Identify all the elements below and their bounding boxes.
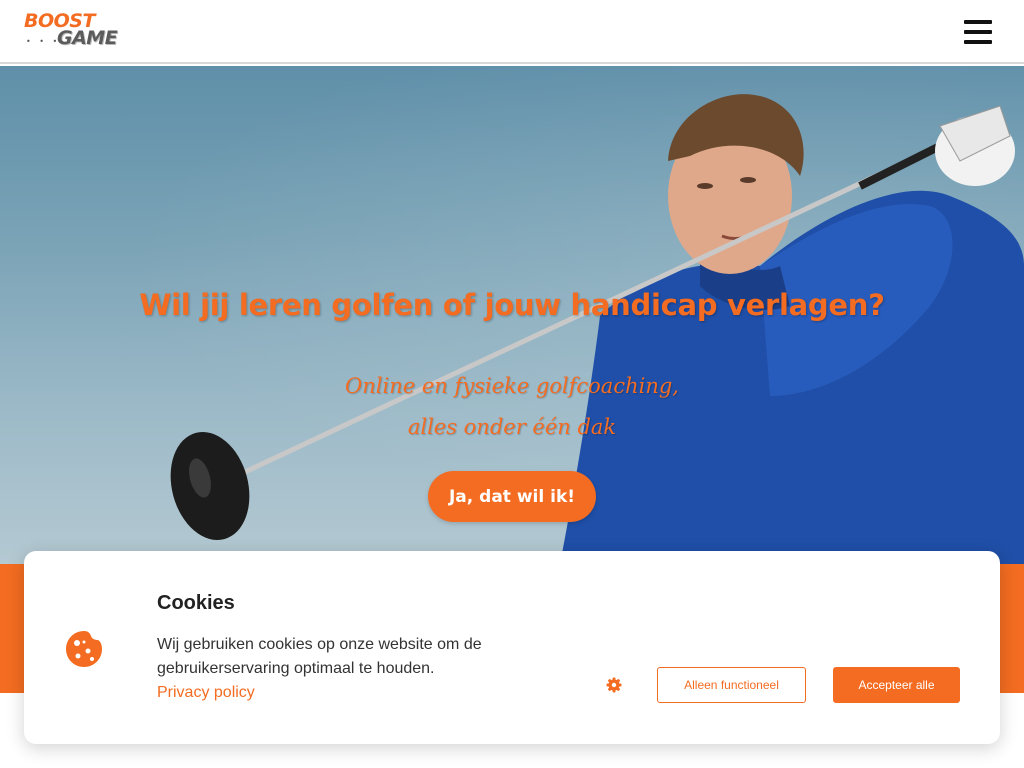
logo-text-game: GAME: [57, 27, 118, 49]
site-header: BOOST • • • • GAME: [0, 0, 1024, 64]
hero-subtitle-line2: alles onder één dak: [407, 415, 617, 439]
hero-title: Wil jij leren golfen of jouw handicap ve…: [139, 288, 885, 322]
boost-game-logo[interactable]: BOOST • • • • GAME: [24, 10, 120, 52]
accept-all-button[interactable]: Accepteer alle: [833, 667, 960, 703]
cookie-icon: [66, 631, 102, 667]
cookie-title: Cookies: [157, 592, 235, 614]
hero-cta-button[interactable]: Ja, dat wil ik!: [428, 471, 596, 522]
hero-subtitle: Online en fysieke golfcoaching, alles on…: [0, 366, 1024, 448]
hero-section: Wil jij leren golfen of jouw handicap ve…: [0, 66, 1024, 564]
hamburger-menu-icon[interactable]: [964, 20, 992, 44]
privacy-policy-link[interactable]: Privacy policy: [157, 681, 255, 705]
hero-subtitle-line1: Online en fysieke golfcoaching,: [345, 374, 679, 398]
cookie-consent-banner: Cookies Wij gebruiken cookies op onze we…: [24, 551, 1000, 744]
gear-icon[interactable]: [606, 677, 622, 693]
functional-only-button[interactable]: Alleen functioneel: [657, 667, 806, 703]
cookie-description: Wij gebruiken cookies op onze website om…: [157, 636, 482, 677]
